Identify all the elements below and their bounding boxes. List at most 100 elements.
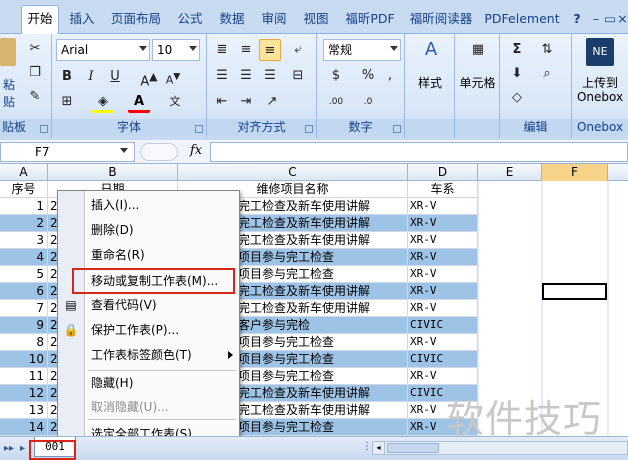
- cell-seq[interactable]: 6: [0, 283, 48, 300]
- cell-seq[interactable]: 5: [0, 266, 48, 283]
- fx-icon[interactable]: fx: [190, 143, 202, 158]
- tab-insert[interactable]: 插入: [64, 6, 100, 32]
- horizontal-scrollbar[interactable]: ◂: [372, 441, 628, 455]
- tab-view[interactable]: 视图: [298, 6, 334, 32]
- align-left-icon[interactable]: ☰: [211, 65, 233, 87]
- font-size-select[interactable]: 10: [152, 39, 200, 61]
- tab-review[interactable]: 审阅: [256, 6, 292, 32]
- name-box[interactable]: F7: [0, 142, 135, 162]
- column-header-b[interactable]: B: [48, 164, 178, 181]
- font-name-select[interactable]: Arial: [56, 39, 150, 61]
- shrink-font-icon[interactable]: A▼: [162, 66, 184, 88]
- clear-icon[interactable]: ◇: [506, 87, 528, 109]
- tab-data[interactable]: 数据: [214, 6, 250, 32]
- tab-foxit-pdf[interactable]: 福昕PDF: [340, 6, 400, 32]
- sort-filter-icon[interactable]: ⇅: [536, 39, 558, 61]
- onebox-upload-line2[interactable]: Onebox: [572, 90, 628, 104]
- menu-item-rename[interactable]: 重命名(R): [91, 245, 145, 265]
- decrease-decimal-icon[interactable]: .0: [357, 91, 379, 113]
- menu-item-protect[interactable]: 保护工作表(P)...: [91, 320, 179, 340]
- font-launcher-icon[interactable]: [195, 125, 203, 133]
- decrease-indent-icon[interactable]: ⇤: [211, 91, 233, 113]
- phonetic-icon[interactable]: 文: [164, 91, 186, 113]
- close-icon[interactable]: ×: [617, 6, 628, 32]
- formula-input[interactable]: [210, 142, 628, 162]
- column-header-d[interactable]: D: [408, 164, 478, 181]
- styles-icon[interactable]: A: [419, 39, 443, 65]
- find-select-icon[interactable]: ⌕: [536, 63, 558, 85]
- onebox-logo-icon[interactable]: NE: [586, 38, 614, 66]
- alignment-launcher-icon[interactable]: [305, 125, 313, 133]
- merge-center-icon[interactable]: ⊟: [287, 65, 309, 87]
- tab-foxit-reader[interactable]: 福昕阅读器: [405, 6, 477, 32]
- wrap-text-icon[interactable]: ⤶: [287, 39, 309, 61]
- cell-seq[interactable]: 4: [0, 249, 48, 266]
- align-top-icon[interactable]: ≣: [211, 39, 233, 61]
- borders-icon[interactable]: ⊞: [56, 91, 78, 113]
- active-cell-f7[interactable]: [542, 283, 607, 300]
- cells-icon[interactable]: ▦: [466, 39, 490, 65]
- minimize-icon[interactable]: –: [590, 6, 602, 32]
- increase-indent-icon[interactable]: ⇥: [235, 91, 257, 113]
- increase-decimal-icon[interactable]: .00: [325, 91, 347, 113]
- chevron-down-icon[interactable]: [120, 148, 128, 153]
- column-header-f[interactable]: F: [542, 164, 608, 181]
- cell-seq[interactable]: 2: [0, 215, 48, 232]
- cell-seq[interactable]: 3: [0, 232, 48, 249]
- column-header-e[interactable]: E: [478, 164, 542, 181]
- copy-icon[interactable]: ❐: [24, 62, 46, 84]
- cell-seq[interactable]: 9: [0, 317, 48, 334]
- menu-item-hide[interactable]: 隐藏(H): [91, 373, 133, 393]
- cell-seq[interactable]: 8: [0, 334, 48, 351]
- menu-item-delete[interactable]: 删除(D): [91, 220, 134, 240]
- underline-icon[interactable]: U: [104, 66, 126, 88]
- cell-seq[interactable]: 1: [0, 198, 48, 215]
- autosum-icon[interactable]: Σ: [506, 39, 528, 61]
- scroll-thumb[interactable]: [387, 443, 439, 453]
- tab-split-handle-icon[interactable]: ⋮: [362, 441, 372, 452]
- cells-label[interactable]: 单元格: [455, 74, 500, 91]
- menu-item-view-code[interactable]: 查看代码(V): [91, 295, 157, 315]
- help-icon[interactable]: ?: [568, 6, 586, 32]
- italic-icon[interactable]: I: [80, 66, 102, 88]
- grow-font-icon[interactable]: A▲: [138, 66, 160, 89]
- scroll-left-icon[interactable]: ◂: [373, 442, 385, 454]
- next-sheet-icon[interactable]: ▸: [20, 443, 25, 454]
- align-middle-icon[interactable]: ≡: [235, 39, 257, 61]
- align-center-icon[interactable]: ☰: [235, 65, 257, 87]
- styles-label[interactable]: 样式: [405, 74, 455, 91]
- tab-home[interactable]: 开始: [21, 5, 59, 35]
- comma-icon[interactable]: ,: [379, 65, 401, 87]
- column-header-c[interactable]: C: [178, 164, 408, 181]
- tab-page-layout[interactable]: 页面布局: [106, 6, 166, 32]
- bold-icon[interactable]: B: [56, 66, 78, 88]
- header-cell-seq[interactable]: 序号: [0, 181, 48, 198]
- cut-icon[interactable]: ✂: [24, 38, 46, 60]
- cell-seq[interactable]: 14: [0, 419, 48, 436]
- cell-seq[interactable]: 12: [0, 385, 48, 402]
- restore-icon[interactable]: ▭: [604, 6, 616, 32]
- cell-seq[interactable]: 10: [0, 351, 48, 368]
- cell-seq[interactable]: 7: [0, 300, 48, 317]
- cell-seq[interactable]: 11: [0, 368, 48, 385]
- clipboard-launcher-icon[interactable]: [40, 125, 48, 133]
- format-painter-icon[interactable]: ✎: [24, 86, 46, 108]
- align-bottom-icon[interactable]: ≡: [259, 39, 281, 61]
- orientation-icon[interactable]: ↗: [261, 91, 283, 113]
- fill-color-icon[interactable]: ◈: [92, 91, 114, 113]
- percent-icon[interactable]: %: [357, 65, 379, 87]
- formula-bar-splitter[interactable]: [140, 143, 178, 161]
- column-header-a[interactable]: A: [0, 164, 48, 181]
- menu-item-tab-color[interactable]: 工作表标签颜色(T): [91, 345, 192, 365]
- currency-icon[interactable]: $: [325, 65, 347, 87]
- tab-formulas[interactable]: 公式: [173, 6, 207, 32]
- paste-icon[interactable]: [0, 38, 16, 66]
- tab-pdfelement[interactable]: PDFelement: [483, 6, 561, 32]
- onebox-upload-line1[interactable]: 上传到: [572, 74, 628, 91]
- font-color-icon[interactable]: A: [128, 91, 150, 113]
- cell-seq[interactable]: 13: [0, 402, 48, 419]
- first-sheet-icon[interactable]: ▸▸: [4, 443, 14, 454]
- menu-item-insert[interactable]: 插入(I)...: [91, 195, 139, 215]
- align-right-icon[interactable]: ☰: [259, 65, 281, 87]
- fill-icon[interactable]: ⬇: [506, 63, 528, 85]
